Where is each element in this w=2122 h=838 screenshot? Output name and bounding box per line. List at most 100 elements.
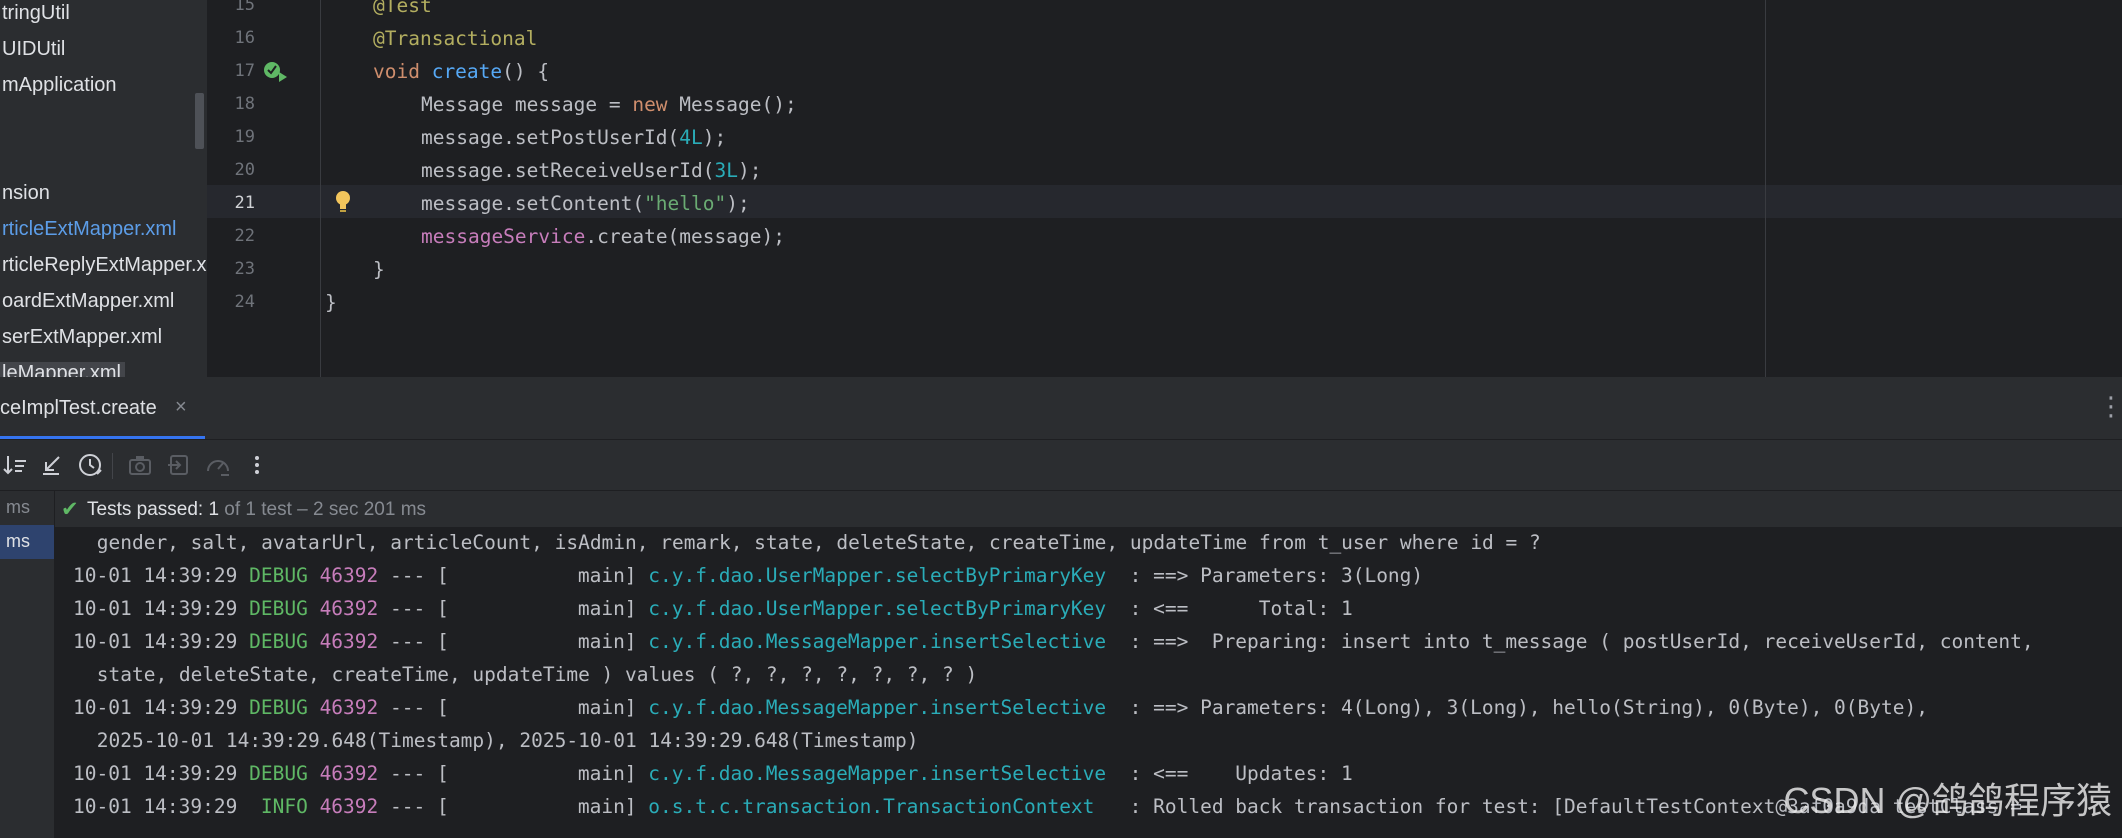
test-status-bar: ✔ Tests passed: 1 of 1 test – 2 sec 201 … (55, 491, 2122, 527)
log-logger: o.s.t.c.transaction.TransactionContext (648, 795, 1118, 818)
close-icon[interactable]: × (175, 396, 187, 419)
tree-item[interactable]: oardExtMapper.xml (2, 290, 174, 313)
tree-item[interactable]: rticleExtMapper.xml (2, 218, 177, 241)
speedometer-icon[interactable] (203, 450, 233, 480)
line-number: 20 (234, 160, 255, 180)
log-line: 10-01 14:39:29 DEBUG 46392 --- [ main] c… (73, 564, 1423, 587)
gutter-separator (320, 0, 321, 377)
number-token: 3L (714, 159, 738, 182)
log-pid: 46392 (319, 630, 379, 653)
log-thread: --- [ main] (378, 564, 649, 587)
intention-bulb-icon[interactable] (334, 190, 352, 214)
tests-passed-label: Tests passed: 1 (87, 499, 220, 520)
code-token: .create(message); (585, 225, 785, 248)
more-icon[interactable] (242, 450, 272, 480)
collapse-icon[interactable] (36, 450, 66, 480)
run-tool-window: ceImplTest.create × ⋮ ms ms ✔ Tests pass… (0, 377, 2122, 838)
log-timestamp: 10-01 14:39:29 (73, 630, 250, 653)
log-message: : ==> Preparing: insert into t_message (… (1106, 630, 2034, 653)
run-tab-label: ceImplTest.create (0, 397, 157, 419)
log-pid: 46392 (319, 597, 379, 620)
tree-item[interactable]: nsion (2, 182, 50, 205)
code-token: message.setReceiveUserId( (421, 159, 715, 182)
import-icon[interactable] (164, 450, 194, 480)
tree-item[interactable]: mApplication (2, 74, 117, 97)
tree-item-selected[interactable]: leMapper.xml (0, 362, 125, 377)
log-level: DEBUG (249, 762, 308, 785)
log-logger: c.y.f.dao.MessageMapper.insertSelective (648, 762, 1107, 785)
log-logger: c.y.f.dao.UserMapper.selectByPrimaryKey (648, 564, 1107, 587)
sort-icon[interactable] (0, 450, 30, 480)
log-timestamp: 10-01 14:39:29 (73, 762, 250, 785)
screenshot-icon[interactable] (125, 450, 155, 480)
right-margin-guide (1765, 0, 1766, 377)
log-thread: --- [ main] (378, 597, 649, 620)
test-duration: ms (6, 497, 30, 517)
code-token: () { (502, 60, 550, 83)
log-level: INFO (249, 795, 308, 818)
tree-item[interactable]: UIDUtil (2, 38, 65, 61)
line-number: 18 (234, 94, 255, 114)
code-line: @Test (373, 0, 432, 17)
code-token: ); (737, 159, 762, 182)
tree-item[interactable]: serExtMapper.xml (2, 326, 162, 349)
number-token: 4L (679, 126, 703, 149)
line-number: 17 (234, 61, 255, 81)
code-token: message.setPostUserId( (421, 126, 680, 149)
method-name-token: create (431, 60, 503, 83)
run-config-tab[interactable]: ceImplTest.create × (0, 377, 205, 439)
log-line: 10-01 14:39:29 DEBUG 46392 --- [ main] c… (73, 630, 2034, 653)
more-options-icon[interactable]: ⋮ (2098, 391, 2122, 422)
log-thread: --- [ main] (378, 762, 649, 785)
log-line: 2025-10-01 14:39:29.648(Timestamp), 2025… (85, 729, 919, 752)
test-tree-row[interactable]: ms (0, 491, 54, 525)
log-message: : <== Total: 1 (1106, 597, 1353, 620)
keyword-token: void (373, 60, 432, 83)
code-line: } (325, 291, 337, 314)
test-results-tree: ms ms (0, 491, 55, 838)
test-tree-row-selected[interactable]: ms (0, 525, 54, 559)
log-pid: 46392 (319, 564, 379, 587)
annotation-token: @Transactional (373, 27, 538, 50)
log-thread: --- [ main] (378, 795, 649, 818)
log-message: : <== Updates: 1 (1106, 762, 1353, 785)
line-number: 22 (234, 226, 255, 246)
log-line: 10-01 14:39:29 DEBUG 46392 --- [ main] c… (73, 762, 1353, 785)
history-icon[interactable] (75, 450, 105, 480)
keyword-token: new (632, 93, 668, 116)
tree-item[interactable]: rticleReplyExtMapper.x (2, 254, 207, 277)
log-logger: c.y.f.dao.UserMapper.selectByPrimaryKey (648, 597, 1107, 620)
log-logger: c.y.f.dao.MessageMapper.insertSelective (648, 630, 1107, 653)
project-tree-panel: tringUtil UIDUtil mApplication nsion rti… (0, 0, 207, 377)
toolbar-separator (112, 453, 113, 479)
tree-item[interactable]: tringUtil (2, 2, 70, 25)
log-line: 10-01 14:39:29 INFO 46392 --- [ main] o.… (73, 795, 2022, 818)
string-token: "hello" (644, 192, 727, 215)
log-level: DEBUG (249, 597, 308, 620)
log-message: : ==> Parameters: 3(Long) (1106, 564, 1424, 587)
active-tab-indicator (0, 436, 205, 439)
log-message: : ==> Parameters: 4(Long), 3(Long), hell… (1106, 696, 1928, 719)
line-number: 16 (234, 28, 255, 48)
code-line: message.setPostUserId(4L); (421, 126, 726, 149)
log-pid: 46392 (319, 762, 379, 785)
annotation-token: @Test (373, 0, 432, 17)
code-token: ); (702, 126, 727, 149)
log-level: DEBUG (249, 630, 308, 653)
log-line: state, deleteState, createTime, updateTi… (85, 663, 978, 686)
run-toolbar (0, 440, 2122, 491)
log-line: gender, salt, avatarUrl, articleCount, i… (85, 531, 1541, 554)
code-token: Message message = (421, 93, 633, 116)
run-test-passed-icon[interactable] (263, 60, 289, 84)
log-timestamp: 10-01 14:39:29 (73, 597, 250, 620)
log-level: DEBUG (249, 696, 308, 719)
line-number: 23 (234, 259, 255, 279)
line-number: 15 (234, 0, 255, 15)
tree-scrollbar-thumb[interactable] (195, 93, 204, 149)
code-token: message.setContent( (421, 192, 645, 215)
code-editor[interactable]: 15 16 17 18 19 20 21 22 23 24 @Test @Tra… (207, 0, 2122, 377)
code-line: messageService.create(message); (421, 225, 785, 248)
log-timestamp: 10-01 14:39:29 (73, 795, 250, 818)
line-number: 19 (234, 127, 255, 147)
log-thread: --- [ main] (378, 696, 649, 719)
